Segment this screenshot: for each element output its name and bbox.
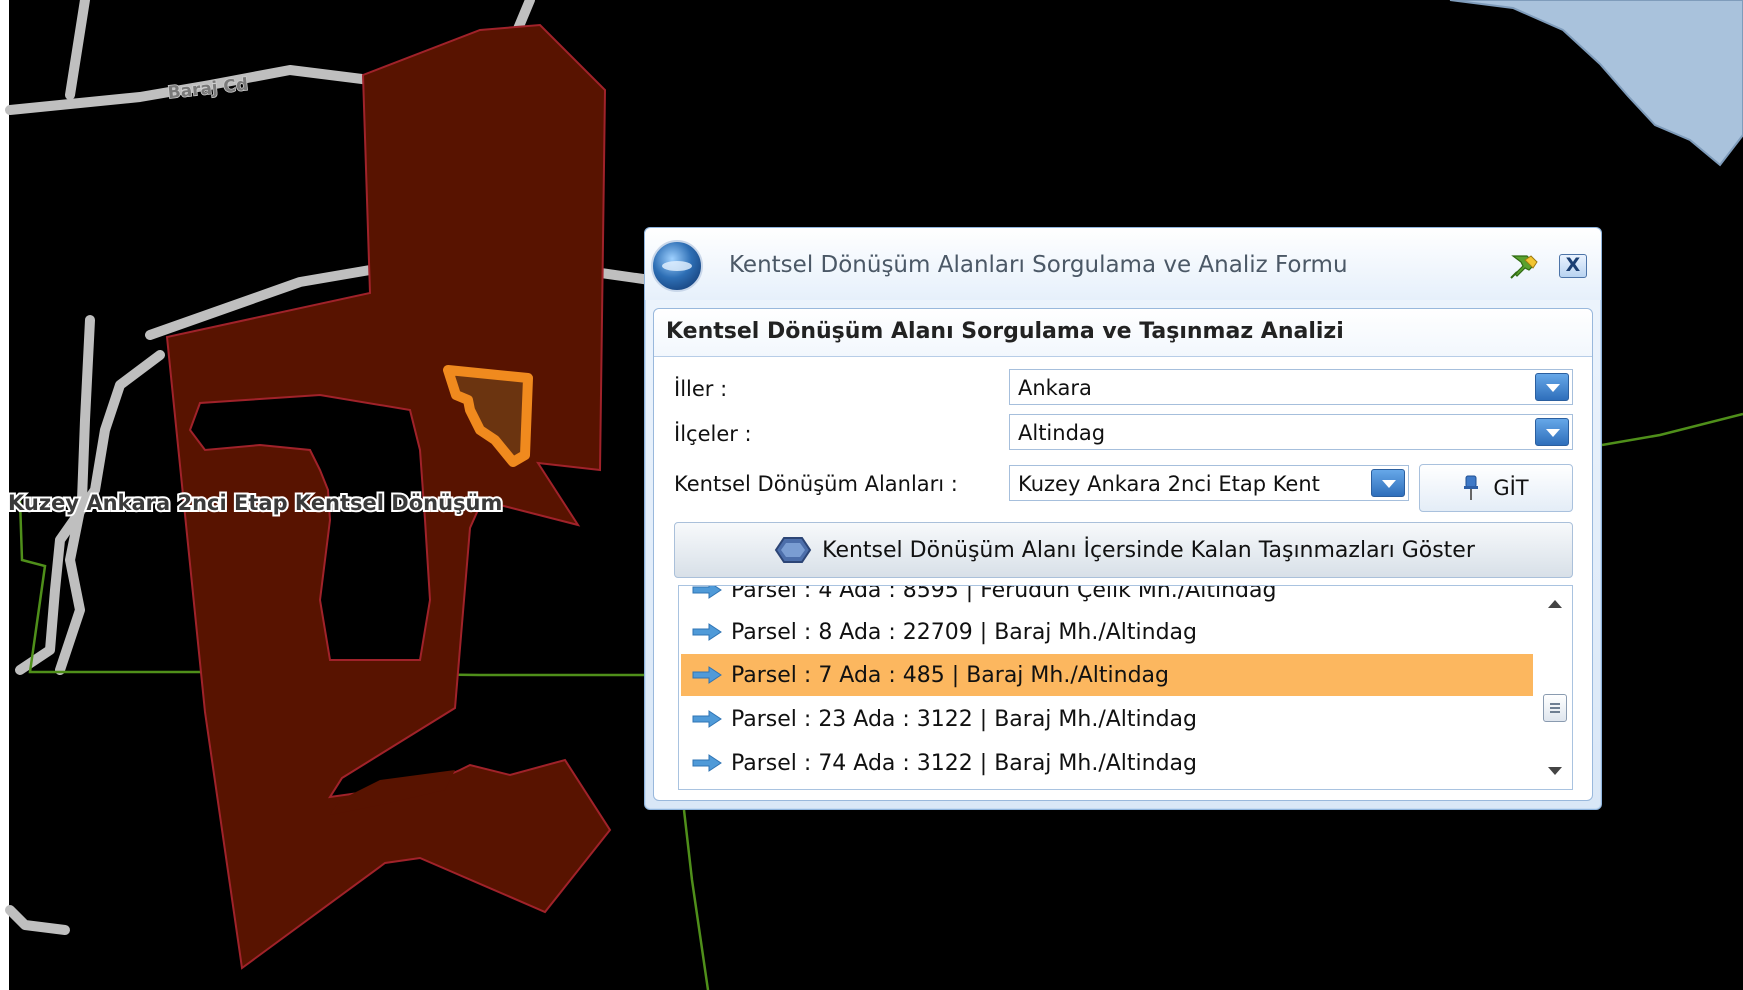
province-label: İller :: [674, 377, 728, 401]
arrow-right-icon: [692, 586, 722, 599]
list-item-label: Parsel : 8 Ada : 22709 | Baraj Mh./Altin…: [731, 619, 1197, 645]
district-value: Altindag: [1018, 421, 1106, 445]
arrow-right-icon: [692, 710, 722, 728]
area-label: Kuzey Ankara 2nci Etap Kentsel Dönüşüm: [8, 491, 502, 515]
list-item-selected[interactable]: Parsel : 7 Ada : 485 | Baraj Mh./Altinda…: [681, 654, 1533, 696]
dialog-header[interactable]: Kentsel Dönüşüm Alanları Sorgulama ve An…: [645, 228, 1601, 300]
panel-title: Kentsel Dönüşüm Alanı Sorgulama ve Taşın…: [654, 309, 1592, 357]
district-label: İlçeler :: [674, 422, 752, 446]
scroll-down-icon[interactable]: [1548, 767, 1562, 775]
province-select[interactable]: Ankara: [1009, 369, 1573, 405]
scroll-up-icon[interactable]: [1548, 600, 1562, 608]
parcel-results-list[interactable]: Parsel : 4 Ada : 8595 | Ferudun Çelik Mh…: [678, 585, 1573, 790]
chevron-down-icon[interactable]: [1371, 469, 1405, 497]
transformation-area-select[interactable]: Kuzey Ankara 2nci Etap Kent: [1009, 465, 1409, 501]
transformation-area-label: Kentsel Dönüşüm Alanları :: [674, 472, 958, 496]
query-panel: Kentsel Dönüşüm Alanı Sorgulama ve Taşın…: [653, 308, 1593, 801]
transformation-area-value: Kuzey Ankara 2nci Etap Kent: [1018, 472, 1320, 496]
app-logo-icon: [651, 240, 703, 292]
list-item-label: Parsel : 4 Ada : 8595 | Ferudun Çelik Mh…: [731, 585, 1277, 603]
list-item[interactable]: Parsel : 4 Ada : 8595 | Ferudun Çelik Mh…: [681, 585, 1533, 611]
go-button[interactable]: GİT: [1419, 464, 1573, 512]
district-select[interactable]: Altindag: [1009, 414, 1573, 450]
chevron-down-icon[interactable]: [1535, 373, 1569, 401]
list-scrollbar[interactable]: [1538, 586, 1572, 789]
show-parcels-label: Kentsel Dönüşüm Alanı İçersinde Kalan Ta…: [822, 537, 1475, 563]
go-button-label: GİT: [1493, 476, 1529, 500]
list-item-label: Parsel : 7 Ada : 485 | Baraj Mh./Altinda…: [731, 662, 1169, 688]
list-item-label: Parsel : 74 Ada : 3122 | Baraj Mh./Altin…: [731, 750, 1197, 776]
list-item[interactable]: Parsel : 74 Ada : 3122 | Baraj Mh./Altin…: [681, 742, 1533, 784]
chevron-down-icon[interactable]: [1535, 418, 1569, 446]
list-item[interactable]: Parsel : 8 Ada : 22709 | Baraj Mh./Altin…: [681, 611, 1533, 653]
province-value: Ankara: [1018, 376, 1092, 400]
scroll-thumb[interactable]: [1543, 694, 1567, 722]
close-button[interactable]: X: [1559, 254, 1587, 278]
pin-icon[interactable]: [1505, 250, 1541, 284]
show-parcels-button[interactable]: Kentsel Dönüşüm Alanı İçersinde Kalan Ta…: [674, 522, 1573, 578]
pushpin-icon: [1464, 475, 1479, 500]
arrow-right-icon: [692, 666, 722, 684]
arrow-right-icon: [692, 754, 722, 772]
list-item[interactable]: Parsel : 23 Ada : 3122 | Baraj Mh./Altin…: [681, 698, 1533, 740]
polygon-icon: [774, 537, 812, 563]
arrow-right-icon: [692, 623, 722, 641]
dialog-title: Kentsel Dönüşüm Alanları Sorgulama ve An…: [729, 252, 1348, 278]
list-item-label: Parsel : 23 Ada : 3122 | Baraj Mh./Altin…: [731, 706, 1197, 732]
analysis-dialog: Kentsel Dönüşüm Alanları Sorgulama ve An…: [644, 227, 1602, 810]
